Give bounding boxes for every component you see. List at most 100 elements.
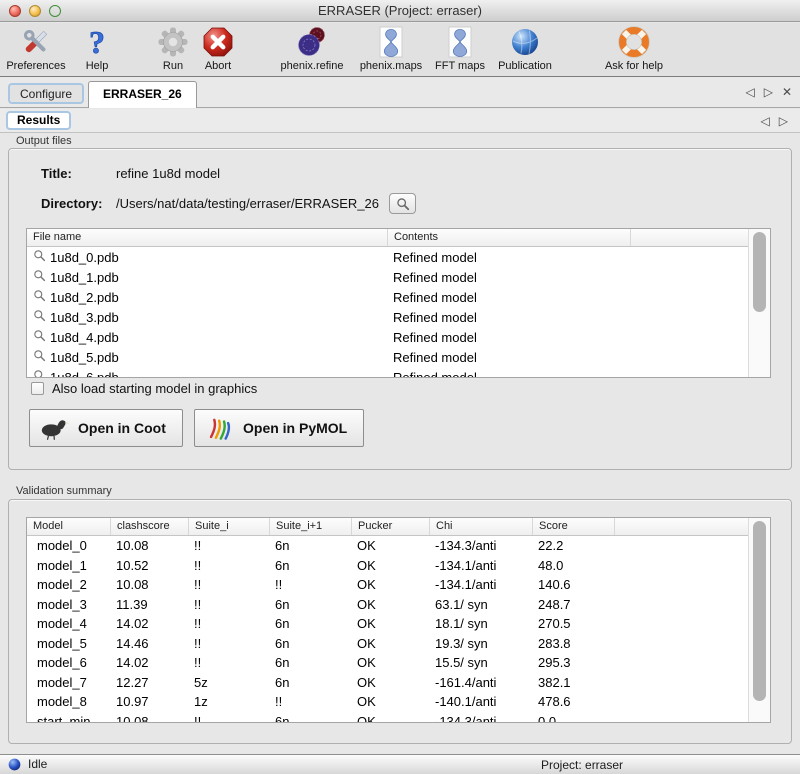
validation-table-scrollbar[interactable] (748, 518, 770, 722)
validation-table-header[interactable]: ModelclashscoreSuite_iSuite_i+1PuckerChi… (27, 518, 770, 536)
validation-cell: OK (351, 694, 429, 709)
toolbar: Preferences?Help RunAbort phenix.refinephe… (0, 23, 800, 77)
validation-table-column-header[interactable] (614, 518, 748, 535)
validation-table-row[interactable]: model_614.02!!6nOK15.5/ syn295.3 (27, 653, 770, 673)
file-contents: Refined model (387, 270, 630, 285)
validation-table-column-header[interactable]: Suite_i (188, 518, 269, 535)
validation-table-column-header[interactable]: Score (532, 518, 614, 535)
validation-cell: OK (351, 597, 429, 612)
validation-table-row[interactable]: model_810.971z!!OK-140.1/anti478.6 (27, 692, 770, 712)
toolbar-item-phenix-maps[interactable]: phenix.maps (352, 26, 430, 72)
toolbar-item-ask-for-help[interactable]: Ask for help (596, 26, 672, 72)
magnifier-icon (33, 369, 46, 378)
file-table-row[interactable]: 1u8d_6.pdbRefined model (27, 367, 770, 378)
validation-cell: 248.7 (532, 597, 614, 612)
validation-table-column-header[interactable]: Suite_i+1 (269, 518, 351, 535)
file-table-row[interactable]: 1u8d_1.pdbRefined model (27, 267, 770, 287)
validation-cell: 270.5 (532, 616, 614, 631)
file-table-row[interactable]: 1u8d_0.pdb Refined model (27, 247, 770, 267)
output-files-groupbox: Title: refine 1u8d model Directory: /Use… (8, 148, 792, 470)
refine-icon (270, 26, 354, 60)
validation-table-column-header[interactable]: Chi (429, 518, 532, 535)
toolbar-item-fft-maps[interactable]: FFT maps (428, 26, 492, 72)
tab-erraser-26[interactable]: ERRASER_26 (88, 81, 197, 108)
validation-cell: model_2 (27, 577, 110, 592)
validation-cell: 10.52 (110, 558, 188, 573)
tab-results[interactable]: Results (6, 111, 71, 130)
magnifier-icon (33, 249, 46, 265)
file-contents: Refined model (387, 330, 630, 345)
load-starting-model-checkbox[interactable] (31, 382, 44, 395)
validation-cell: model_3 (27, 597, 110, 612)
validation-table-column-header[interactable]: clashscore (110, 518, 188, 535)
validation-cell: 12.27 (110, 675, 188, 690)
file-table-header[interactable]: File nameContents (27, 229, 770, 247)
validation-cell: !! (269, 694, 351, 709)
validation-cell: 0.0 (532, 714, 614, 723)
toolbar-item-preferences[interactable]: Preferences (2, 26, 70, 72)
toolbar-item-label: Run (150, 60, 196, 72)
validation-cell: 14.02 (110, 616, 188, 631)
validation-cell: 6n (269, 636, 351, 651)
directory-field-value: /Users/nat/data/testing/erraser/ERRASER_… (116, 196, 379, 211)
subtab-prev-icon[interactable]: ◁ (761, 114, 770, 128)
toolbar-item-run[interactable]: Run (150, 26, 196, 72)
open-in-pymol-button[interactable]: Open in PyMOL (194, 409, 364, 447)
validation-table-row[interactable]: model_712.275z6nOK-161.4/anti382.1 (27, 673, 770, 693)
browse-directory-button[interactable] (389, 193, 416, 214)
file-table-column-header[interactable]: Contents (387, 229, 630, 246)
tab-next-icon[interactable]: ▷ (764, 85, 773, 99)
validation-table-row[interactable]: model_210.08!!!!OK-134.1/anti140.6 (27, 575, 770, 595)
validation-table-column-header[interactable]: Model (27, 518, 110, 535)
validation-table-row[interactable]: model_311.39!!6nOK63.1/ syn248.7 (27, 595, 770, 615)
file-table-row[interactable]: 1u8d_5.pdbRefined model (27, 347, 770, 367)
validation-cell: 18.1/ syn (429, 616, 532, 631)
file-contents: Refined model (387, 250, 630, 265)
file-table-column-header[interactable]: File name (27, 229, 387, 246)
validation-cell: model_5 (27, 636, 110, 651)
validation-cell: 6n (269, 655, 351, 670)
validation-table-row[interactable]: model_414.02!!6nOK18.1/ syn270.5 (27, 614, 770, 634)
toolbar-item-publication[interactable]: Publication (490, 26, 560, 72)
tab-prev-icon[interactable]: ◁ (745, 85, 754, 99)
toolbar-item-help[interactable]: ?Help (72, 26, 122, 72)
file-contents: Refined model (387, 350, 630, 365)
validation-cell: 6n (269, 538, 351, 553)
validation-cell: OK (351, 577, 429, 592)
validation-table-row[interactable]: start_min10.08!!6nOK-134.3/anti0.0 (27, 712, 770, 724)
validation-cell: 295.3 (532, 655, 614, 670)
toolbar-item-abort[interactable]: Abort (194, 26, 242, 72)
file-name: 1u8d_3.pdb (50, 310, 119, 325)
toolbar-item-phenix-refine[interactable]: phenix.refine (270, 26, 354, 72)
validation-table-row[interactable]: model_010.08!!6nOK-134.3/anti22.2 (27, 536, 770, 556)
tab-close-icon[interactable]: ✕ (782, 85, 792, 99)
file-name: 1u8d_0.pdb (50, 250, 119, 265)
magnifier-icon (33, 349, 46, 365)
file-table-row[interactable]: 1u8d_3.pdbRefined model (27, 307, 770, 327)
validation-table-column-header[interactable]: Pucker (351, 518, 429, 535)
validation-cell: 6n (269, 675, 351, 690)
window-title: ERRASER (Project: erraser) (0, 0, 800, 22)
traffic-lights (9, 5, 61, 17)
validation-table-row[interactable]: model_514.46!!6nOK19.3/ syn283.8 (27, 634, 770, 654)
file-table-row[interactable]: 1u8d_2.pdbRefined model (27, 287, 770, 307)
zoom-window-icon[interactable] (49, 5, 61, 17)
magnifier-icon (33, 309, 46, 325)
validation-table-row[interactable]: model_110.52!!6nOK-134.1/anti48.0 (27, 556, 770, 576)
magnifier-icon (33, 329, 46, 345)
validation-cell: OK (351, 675, 429, 690)
validation-cell: !! (188, 558, 269, 573)
tab-configure[interactable]: Configure (8, 83, 84, 104)
validation-cell: 14.02 (110, 655, 188, 670)
close-window-icon[interactable] (9, 5, 21, 17)
subtab-next-icon[interactable]: ▷ (779, 114, 788, 128)
validation-cell: model_6 (27, 655, 110, 670)
file-table-column-header[interactable] (630, 229, 748, 246)
open-in-coot-button[interactable]: Open in Coot (29, 409, 183, 447)
validation-cell: 6n (269, 558, 351, 573)
toolbar-item-label: Publication (490, 60, 560, 72)
minimize-window-icon[interactable] (29, 5, 41, 17)
file-table-row[interactable]: 1u8d_4.pdbRefined model (27, 327, 770, 347)
validation-cell: 11.39 (110, 597, 188, 612)
file-table-scrollbar[interactable] (748, 229, 770, 377)
